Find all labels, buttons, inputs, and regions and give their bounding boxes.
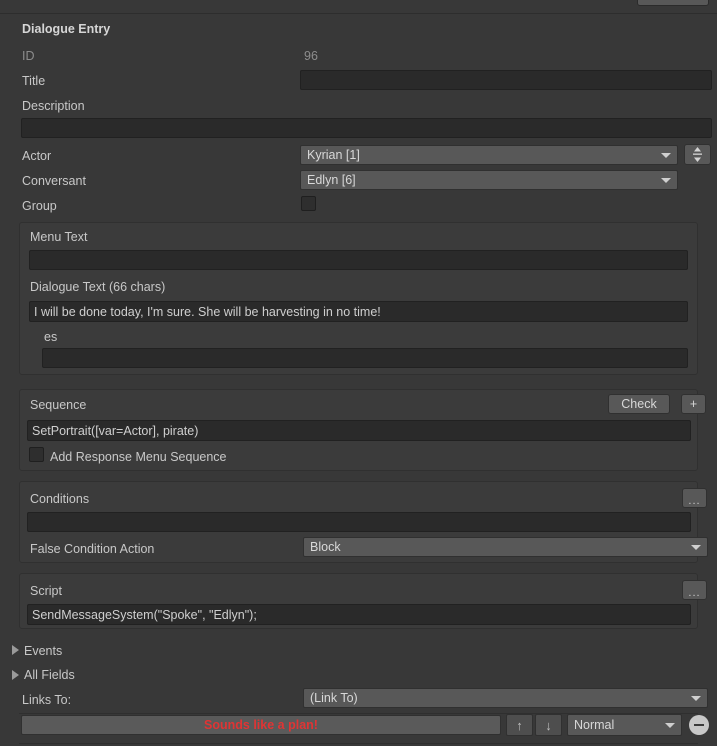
title-input[interactable] [300,70,712,90]
conditions-label: Conditions [30,492,90,506]
link-entry-text[interactable]: Sounds like a plan! [21,715,501,735]
link-move-up-button[interactable]: ↑ [506,714,533,736]
description-label: Description [22,99,85,113]
link-to-dropdown[interactable]: (Link To) [303,688,708,708]
sequence-add-button[interactable]: + [681,394,706,414]
false-condition-action-label: False Condition Action [30,542,155,556]
script-menu-button[interactable]: ... [682,580,707,600]
add-response-menu-sequence-checkbox[interactable] [29,447,44,462]
script-label: Script [30,584,62,598]
chevron-down-icon [665,723,675,728]
link-remove-button[interactable] [689,715,709,735]
conditions-input[interactable] [27,512,691,532]
dialogue-entry-inspector: Dialogue Entry ID 96 Title Description A… [0,0,717,746]
actor-dropdown[interactable]: Kyrian [1] [300,145,678,165]
dialogue-text-label: Dialogue Text (66 chars) [30,280,166,294]
sequence-check-button[interactable]: Check [608,394,670,414]
links-to-label: Links To: [22,693,72,707]
dialogue-text-input[interactable]: I will be done today, I'm sure. She will… [29,301,688,322]
offscreen-toolbar-button[interactable] [637,0,709,6]
menu-text-label: Menu Text [30,230,88,244]
false-condition-action-value: Block [310,540,341,554]
chevron-down-icon [691,696,701,701]
minus-icon [694,724,704,726]
id-label: ID [22,49,35,63]
all-fields-foldout-arrow-icon[interactable] [12,670,19,680]
up-down-arrows-icon [693,147,702,162]
chevron-down-icon [661,153,671,158]
localization-text-input[interactable] [42,348,688,368]
id-value: 96 [304,48,318,63]
title-label: Title [22,74,46,88]
chevron-down-icon [691,545,701,550]
script-input[interactable]: SendMessageSystem("Spoke", "Edlyn"); [27,604,691,625]
description-input[interactable] [21,118,712,138]
sequence-label: Sequence [30,398,87,412]
link-move-down-button[interactable]: ↓ [535,714,562,736]
menu-text-input[interactable] [29,250,688,270]
conversant-value: Edlyn [6] [307,173,356,187]
ellipsis-icon: ... [688,495,701,507]
header-divider [0,13,717,14]
events-foldout-label[interactable]: Events [24,642,62,660]
sequence-input[interactable]: SetPortrait([var=Actor], pirate) [27,420,691,441]
add-response-menu-sequence-label: Add Response Menu Sequence [50,450,227,464]
conversant-dropdown[interactable]: Edlyn [6] [300,170,678,190]
group-checkbox[interactable] [301,196,316,211]
events-foldout-arrow-icon[interactable] [12,645,19,655]
false-condition-action-dropdown[interactable]: Block [303,537,708,557]
localization-language-label: es [44,330,58,344]
link-priority-dropdown[interactable]: Normal [567,714,682,736]
actor-stepper-button[interactable] [684,144,711,165]
chevron-down-icon [661,178,671,183]
page-title: Dialogue Entry [22,22,111,36]
conversant-label: Conversant [22,174,86,188]
ellipsis-icon: ... [688,587,701,599]
top-strip [0,0,717,14]
left-margin [0,14,7,746]
group-label: Group [22,199,57,213]
bottom-divider [19,743,698,744]
actor-label: Actor [22,149,52,163]
actor-value: Kyrian [1] [307,148,360,162]
all-fields-foldout-label[interactable]: All Fields [24,666,75,684]
conditions-menu-button[interactable]: ... [682,488,707,508]
link-priority-value: Normal [574,718,615,732]
link-to-value: (Link To) [310,691,358,705]
